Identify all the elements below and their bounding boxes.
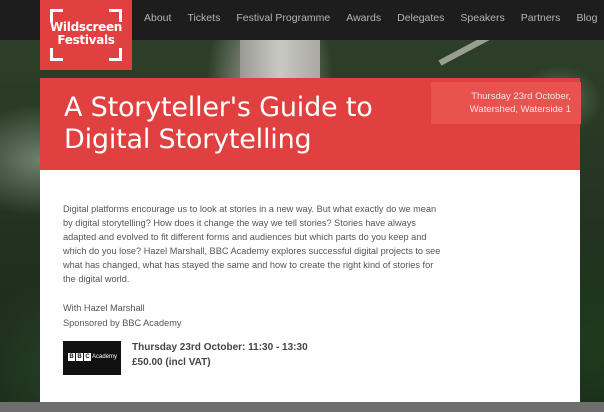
bbc-block-letter: B (76, 353, 83, 361)
event-date-venue-box: Thursday 23rd October, Watershed, Waters… (431, 82, 581, 124)
logo-corner-icon (50, 48, 63, 61)
event-sponsor: Sponsored by BBC Academy (63, 318, 182, 328)
nav-item-speakers[interactable]: Speakers (460, 12, 504, 24)
nav-item-festival-programme[interactable]: Festival Programme (236, 12, 330, 24)
logo-frame: Wildscreen Festivals (50, 9, 122, 61)
nav-item-awards[interactable]: Awards (346, 12, 381, 24)
session-price: £50.00 (incl VAT) (132, 357, 211, 368)
academy-text: Academy (92, 354, 118, 360)
background-tree-trunk (240, 40, 320, 80)
nav-item-tickets[interactable]: Tickets (187, 12, 220, 24)
bbc-block-letter: B (68, 353, 75, 361)
event-date: Thursday 23rd October, (471, 91, 571, 102)
wildscreen-festivals-logo[interactable]: Wildscreen Festivals (40, 0, 132, 70)
bbc-academy-logo: B B C Academy (63, 341, 121, 375)
nav-item-delegates[interactable]: Delegates (397, 12, 444, 24)
event-venue: Watershed, Waterside 1 (469, 104, 571, 115)
bbc-blocks-icon: B B C (68, 353, 91, 361)
event-content-panel: Digital platforms encourage us to look a… (40, 170, 580, 402)
session-time: Thursday 23rd October: 11:30 - 13:30 (132, 342, 308, 353)
page-title: A Storyteller's Guide to Digital Storyte… (64, 92, 373, 155)
nav-item-about[interactable]: About (144, 12, 171, 24)
main-nav: About Tickets Festival Programme Awards … (144, 0, 604, 36)
logo-text-line2: Festivals (57, 33, 115, 47)
event-description: Digital platforms encourage us to look a… (63, 204, 441, 284)
logo-corner-icon (109, 48, 122, 61)
bbc-block-letter: C (84, 353, 91, 361)
nav-item-blog[interactable]: Blog (576, 12, 597, 24)
event-speaker: With Hazel Marshall (63, 303, 145, 313)
footer-bar (0, 402, 604, 412)
nav-item-partners[interactable]: Partners (521, 12, 561, 24)
